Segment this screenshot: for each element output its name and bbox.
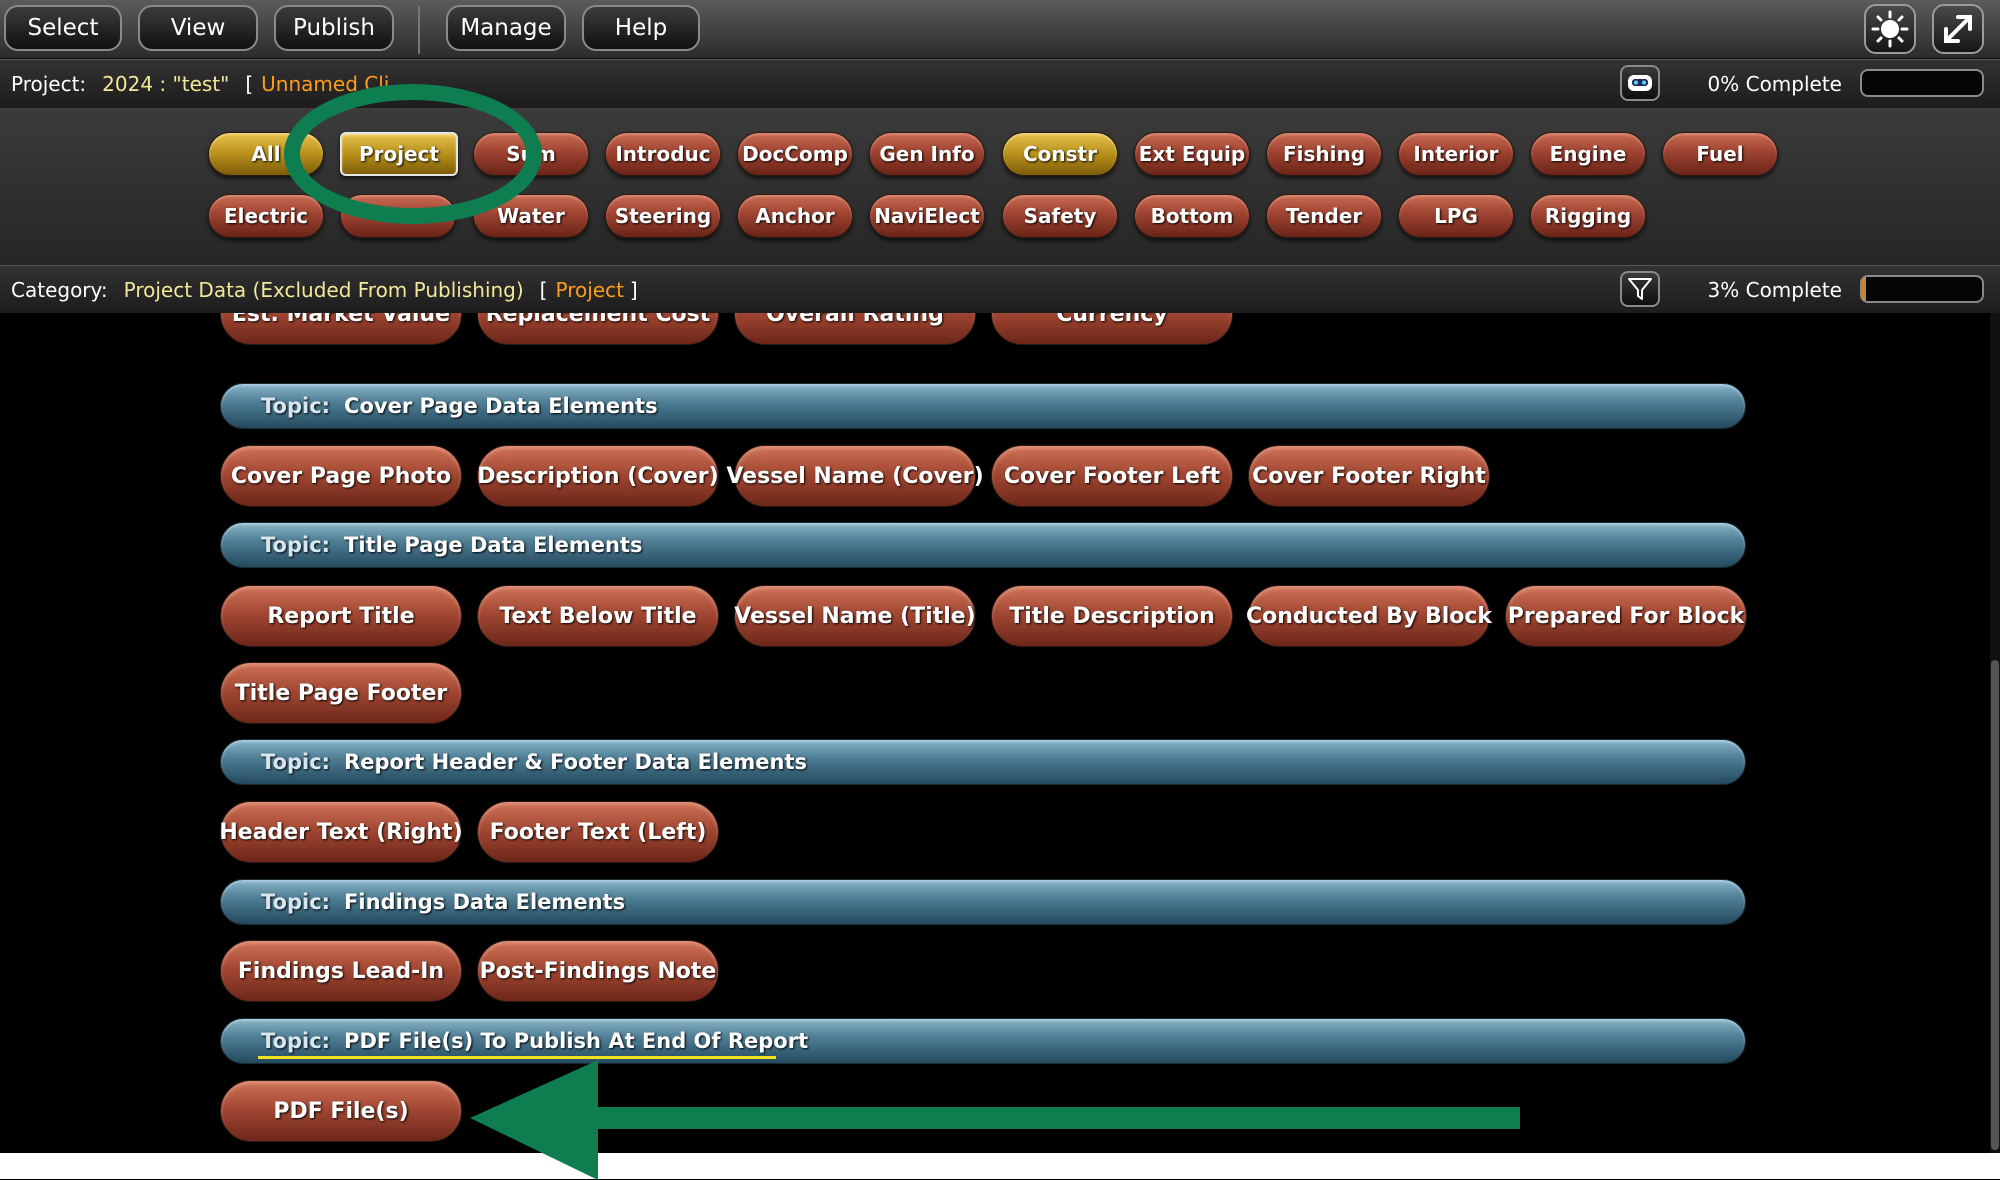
client-link[interactable]: Unnamed Cli (261, 72, 389, 96)
manage-menu-button[interactable]: Manage (446, 5, 566, 51)
project-label: Project: (11, 72, 87, 96)
category-fuel[interactable]: Fuel (1662, 132, 1778, 176)
menu-bar: Select View Publish Manage Help (0, 0, 2000, 59)
category-interior[interactable]: Interior (1398, 132, 1514, 176)
topic-findings[interactable]: Topic: Findings Data Elements (220, 879, 1746, 925)
est-market-value-button[interactable]: Est. Market Value (220, 313, 462, 345)
category-ext-equip[interactable]: Ext Equip (1134, 132, 1250, 176)
robot-button[interactable] (1620, 65, 1660, 101)
topic-key: Topic: (261, 394, 331, 418)
category-project-link[interactable]: Project (555, 278, 623, 302)
category-anchor[interactable]: Anchor (737, 194, 853, 238)
category-bracket-open: [ (539, 278, 548, 302)
findings-lead-in-button[interactable]: Findings Lead-In (220, 940, 462, 1002)
category-bottom[interactable]: Bottom (1134, 194, 1250, 238)
category-water[interactable]: Water (473, 194, 589, 238)
prepared-for-block-button[interactable]: Prepared For Block (1505, 585, 1747, 647)
post-findings-note-button[interactable]: Post-Findings Note (477, 940, 719, 1002)
topic-title: Title Page Data Elements (344, 533, 643, 557)
view-menu-button[interactable]: View (138, 5, 258, 51)
topic-header-footer[interactable]: Topic: Report Header & Footer Data Eleme… (220, 739, 1746, 785)
topic-title-page[interactable]: Topic: Title Page Data Elements (220, 522, 1746, 568)
header-text-right-button[interactable]: Header Text (Right) (219, 801, 463, 863)
category-constr[interactable]: Constr (1002, 132, 1118, 176)
category-project[interactable]: Project (340, 132, 458, 176)
vessel-name-title-button[interactable]: Vessel Name (Title) (734, 585, 976, 647)
overall-rating-button[interactable]: Overall Rating (734, 313, 976, 345)
text-below-title-button[interactable]: Text Below Title (477, 585, 719, 647)
filter-icon (1628, 278, 1652, 300)
scrollbar-thumb[interactable] (1991, 660, 1999, 1150)
category-sum[interactable]: Sum (473, 132, 589, 176)
conducted-by-block-button[interactable]: Conducted By Block (1246, 585, 1492, 647)
help-menu-button[interactable]: Help (582, 5, 700, 51)
cover-footer-left-button[interactable]: Cover Footer Left (991, 445, 1233, 507)
description-cover-button[interactable]: Description (Cover) (477, 445, 719, 507)
brightness-button[interactable] (1864, 4, 1916, 54)
publish-menu-button[interactable]: Publish (274, 5, 394, 51)
category-label: Category: (11, 278, 108, 302)
category-navielect[interactable]: NaviElect (869, 194, 985, 238)
topic-key: Topic: (261, 890, 331, 914)
category-progress-bar (1860, 275, 1984, 303)
replacement-cost-button[interactable]: Replacement Cost (477, 313, 719, 345)
category-hidden[interactable] (340, 194, 456, 238)
topic-key: Topic: (261, 750, 331, 774)
topic-key: Topic: (261, 533, 331, 557)
annotation-underline (258, 1056, 776, 1059)
project-value: 2024 : "test" (102, 72, 230, 96)
category-introduc[interactable]: Introduc (605, 132, 721, 176)
robot-icon (1628, 75, 1652, 91)
topic-cover-page[interactable]: Topic: Cover Page Data Elements (220, 383, 1746, 429)
topic-title: PDF File(s) To Publish At End Of Report (344, 1029, 809, 1053)
title-page-footer-button[interactable]: Title Page Footer (220, 662, 462, 724)
category-engine[interactable]: Engine (1530, 132, 1646, 176)
client-bracket: [ (245, 72, 254, 96)
category-all[interactable]: All (208, 132, 324, 176)
footer-text-left-button[interactable]: Footer Text (Left) (477, 801, 719, 863)
currency-button[interactable]: Currency (991, 313, 1233, 345)
project-bar: Project: 2024 : "test" [ Unnamed Cli 0% … (0, 59, 2000, 109)
project-percent-complete: 0% Complete (1707, 72, 1842, 96)
category-bar: Category: Project Data (Excluded From Pu… (0, 265, 2000, 315)
fullscreen-icon (1944, 15, 1972, 43)
select-menu-button[interactable]: Select (4, 5, 122, 51)
cover-page-photo-button[interactable]: Cover Page Photo (220, 445, 462, 507)
brightness-icon (1871, 10, 1909, 48)
topic-title: Report Header & Footer Data Elements (344, 750, 808, 774)
category-value: Project Data (Excluded From Publishing) (123, 278, 524, 302)
category-progress-fill (1862, 277, 1866, 301)
category-tender[interactable]: Tender (1266, 194, 1382, 238)
vessel-name-cover-button[interactable]: Vessel Name (Cover) (726, 445, 984, 507)
category-safety[interactable]: Safety (1002, 194, 1118, 238)
cover-footer-right-button[interactable]: Cover Footer Right (1248, 445, 1490, 507)
category-panel: All Project Sum Introduc DocComp Gen Inf… (0, 108, 2000, 265)
category-bracket-close: ] (629, 278, 638, 302)
category-rigging[interactable]: Rigging (1530, 194, 1646, 238)
annotation-arrow (470, 1060, 1520, 1180)
topic-key: Topic: (261, 1029, 331, 1053)
fullscreen-button[interactable] (1932, 4, 1984, 54)
category-doccomp[interactable]: DocComp (737, 132, 853, 176)
topic-title: Cover Page Data Elements (344, 394, 658, 418)
category-percent-complete: 3% Complete (1707, 278, 1842, 302)
data-elements-list: Est. Market Value Replacement Cost Overa… (0, 313, 2000, 1153)
report-title-button[interactable]: Report Title (220, 585, 462, 647)
category-lpg[interactable]: LPG (1398, 194, 1514, 238)
category-gen-info[interactable]: Gen Info (869, 132, 985, 176)
category-fishing[interactable]: Fishing (1266, 132, 1382, 176)
category-steering[interactable]: Steering (605, 194, 721, 238)
topic-title: Findings Data Elements (344, 890, 626, 914)
pdf-files-button[interactable]: PDF File(s) (220, 1080, 462, 1142)
title-description-button[interactable]: Title Description (991, 585, 1233, 647)
category-electric[interactable]: Electric (208, 194, 324, 238)
project-progress-bar (1860, 69, 1984, 97)
menu-separator (418, 6, 420, 54)
filter-button[interactable] (1620, 271, 1660, 307)
